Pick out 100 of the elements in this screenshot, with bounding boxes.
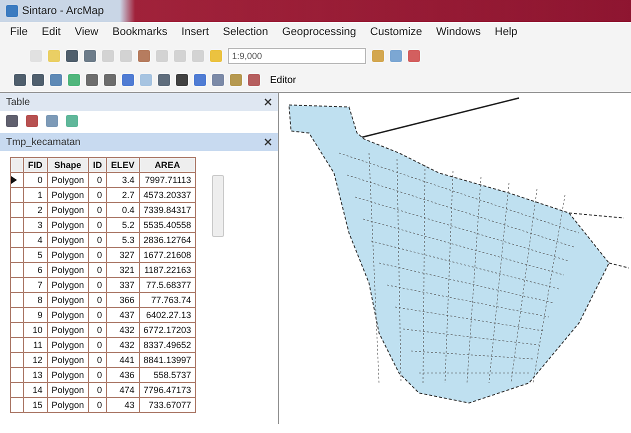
- table-cell: Polygon: [47, 322, 89, 338]
- table-cell: 7997.71113: [139, 172, 196, 188]
- table-cell: 7339.84317: [139, 202, 196, 218]
- table-cell: Polygon: [47, 292, 89, 308]
- column-header[interactable]: Shape: [47, 158, 89, 172]
- table-cell: 733.67077: [139, 398, 196, 412]
- menu-item[interactable]: Geoprocessing: [282, 26, 356, 40]
- table-cell: 7: [24, 278, 47, 292]
- table-cell: Polygon: [47, 218, 89, 232]
- table-cell: 474: [106, 382, 140, 398]
- table-cell: 6402.27.13: [139, 308, 196, 322]
- table-cell: 2: [24, 202, 47, 218]
- table-cell: 14: [24, 382, 47, 398]
- table-cell: 1: [24, 188, 47, 202]
- table-cell: 437: [106, 308, 140, 322]
- table-cell: 0: [88, 352, 107, 368]
- table-cell: 10: [24, 322, 47, 338]
- table-cell: 1677.21608: [139, 248, 196, 262]
- table-cell: 0: [88, 322, 107, 338]
- table-cell: 0: [88, 172, 107, 188]
- table-cell: 327: [106, 248, 140, 262]
- table-cell: 337: [106, 278, 140, 292]
- table-cell: 3.4: [106, 172, 140, 188]
- close-icon[interactable]: [264, 138, 272, 146]
- table-cell: 0: [88, 262, 107, 278]
- table-cell: 0: [88, 338, 107, 352]
- table-cell: Polygon: [47, 398, 89, 412]
- close-button[interactable]: [264, 98, 272, 106]
- row-selector[interactable]: [10, 172, 24, 188]
- table-cell: 432: [106, 322, 140, 338]
- table-cell: 2836.12764: [139, 232, 196, 248]
- panel-title: Table: [6, 96, 30, 108]
- editor-menu[interactable]: Editor: [266, 74, 300, 86]
- table-cell: 5.2: [106, 218, 140, 232]
- menu-item[interactable]: Insert: [181, 26, 209, 40]
- app-icon: [6, 5, 18, 17]
- table-cell: 0: [88, 368, 107, 382]
- table-cell: 6: [24, 262, 47, 278]
- table-cell: 1187.22163: [139, 262, 196, 278]
- table-cell: 11: [24, 338, 47, 352]
- table-cell: Polygon: [47, 262, 89, 278]
- column-header[interactable]: FID: [24, 158, 47, 172]
- column-header[interactable]: AREA: [139, 158, 196, 172]
- table-cell: 13: [24, 368, 47, 382]
- table-cell: 8: [24, 292, 47, 308]
- table-cell: 0: [88, 398, 107, 412]
- window-title: Sintaro - ArcMap: [22, 5, 104, 17]
- table-cell: 0: [88, 232, 107, 248]
- scale-field[interactable]: 1:9,000: [228, 48, 366, 64]
- table-cell: 15: [24, 398, 47, 412]
- menu-item[interactable]: File: [10, 26, 28, 40]
- table-cell: 0: [24, 172, 47, 188]
- table-cell: 3: [24, 218, 47, 232]
- table-cell: 0: [88, 382, 107, 398]
- table-cell: Polygon: [47, 278, 89, 292]
- table-cell: Polygon: [47, 352, 89, 368]
- column-header[interactable]: ELEV: [106, 158, 140, 172]
- table-cell: 0: [88, 248, 107, 262]
- table-cell: Polygon: [47, 232, 89, 248]
- table-cell: 12: [24, 352, 47, 368]
- table-cell: 9: [24, 308, 47, 322]
- column-header[interactable]: ID: [88, 158, 107, 172]
- current-row-icon: [11, 176, 17, 184]
- table-tab[interactable]: Tmp_kecamatan: [0, 133, 278, 151]
- table-cell: 0: [88, 188, 107, 202]
- table-cell: Polygon: [47, 172, 89, 188]
- table-cell: 43: [106, 398, 140, 412]
- menu-item[interactable]: Bookmarks: [112, 26, 168, 40]
- table-cell: Polygon: [47, 338, 89, 352]
- table-cell: 366: [106, 292, 140, 308]
- table-cell: 0.4: [106, 202, 140, 218]
- table-cell: 2.7: [106, 188, 140, 202]
- table-cell: 0: [88, 308, 107, 322]
- table-cell: 77.763.74: [139, 292, 196, 308]
- table-cell: 436: [106, 368, 140, 382]
- menu-item[interactable]: Help: [494, 26, 518, 40]
- table-cell: 0: [88, 202, 107, 218]
- menu-item[interactable]: Windows: [436, 26, 481, 40]
- table-cell: Polygon: [47, 308, 89, 322]
- table-cell: 5535.40558: [139, 218, 196, 232]
- table-cell: 77.5.68377: [139, 278, 196, 292]
- table-cell: 441: [106, 352, 140, 368]
- table-cell: 432: [106, 338, 140, 352]
- table-cell: 0: [88, 292, 107, 308]
- table-cell: Polygon: [47, 188, 89, 202]
- menu-item[interactable]: Edit: [42, 26, 61, 40]
- table-cell: 4: [24, 232, 47, 248]
- table-cell: 5: [24, 248, 47, 262]
- table-cell: 7796.47173: [139, 382, 196, 398]
- scrollbar[interactable]: [212, 175, 224, 237]
- table-cell: Polygon: [47, 202, 89, 218]
- table-cell: Polygon: [47, 248, 89, 262]
- table-cell: 0: [88, 278, 107, 292]
- table-cell: 8841.13997: [139, 352, 196, 368]
- menu-item[interactable]: View: [74, 26, 98, 40]
- table-cell: 6772.17203: [139, 322, 196, 338]
- menu-item[interactable]: Selection: [222, 26, 268, 40]
- menu-item[interactable]: Customize: [370, 26, 422, 40]
- table-cell: 321: [106, 262, 140, 278]
- table-cell: Polygon: [47, 368, 89, 382]
